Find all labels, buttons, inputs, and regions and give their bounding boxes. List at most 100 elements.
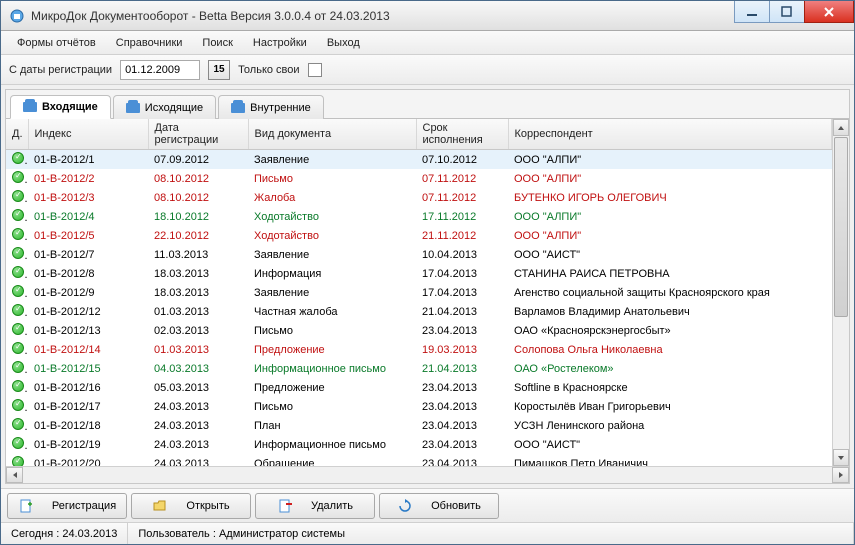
scroll-down-button[interactable] bbox=[833, 449, 849, 466]
content-panel: Входящие Исходящие Внутренние Д. Индекс bbox=[5, 89, 850, 484]
table-row[interactable]: 01-В-2012/1302.03.2013Письмо23.04.2013ОА… bbox=[6, 321, 832, 340]
documents-grid[interactable]: Д. Индекс Дата регистрации Вид документа… bbox=[6, 119, 832, 466]
status-cell bbox=[6, 378, 28, 397]
doctype-cell: План bbox=[248, 416, 416, 435]
scroll-left-button[interactable] bbox=[6, 467, 23, 483]
table-row[interactable]: 01-В-2012/308.10.2012Жалоба07.11.2012БУТ… bbox=[6, 188, 832, 207]
tray-icon bbox=[231, 103, 245, 113]
vertical-scrollbar[interactable] bbox=[832, 119, 849, 466]
scroll-thumb[interactable] bbox=[834, 137, 848, 317]
duedate-cell: 23.04.2013 bbox=[416, 321, 508, 340]
status-cell bbox=[6, 359, 28, 378]
index-cell: 01-В-2012/16 bbox=[28, 378, 148, 397]
refresh-button[interactable]: Обновить bbox=[379, 493, 499, 519]
scroll-right-button[interactable] bbox=[832, 467, 849, 483]
regdate-cell: 05.03.2013 bbox=[148, 378, 248, 397]
doctype-cell: Информационное письмо bbox=[248, 435, 416, 454]
duedate-cell: 07.10.2012 bbox=[416, 150, 508, 170]
table-row[interactable]: 01-В-2012/711.03.2013Заявление10.04.2013… bbox=[6, 245, 832, 264]
regdate-cell: 18.03.2013 bbox=[148, 264, 248, 283]
table-row[interactable]: 01-В-2012/1724.03.2013Письмо23.04.2013Ко… bbox=[6, 397, 832, 416]
table-row[interactable]: 01-В-2012/1924.03.2013Информационное пис… bbox=[6, 435, 832, 454]
tabs: Входящие Исходящие Внутренние bbox=[6, 90, 849, 119]
status-cell bbox=[6, 454, 28, 466]
status-ok-icon bbox=[12, 228, 24, 240]
delete-button[interactable]: Удалить bbox=[255, 493, 375, 519]
status-cell bbox=[6, 264, 28, 283]
status-ok-icon bbox=[12, 361, 24, 373]
index-cell: 01-В-2012/15 bbox=[28, 359, 148, 378]
window-title: МикроДок Документооборот - Betta Версия … bbox=[31, 9, 735, 23]
table-row[interactable]: 01-В-2012/1401.03.2013Предложение19.03.2… bbox=[6, 340, 832, 359]
table-row[interactable]: 01-В-2012/918.03.2013Заявление17.04.2013… bbox=[6, 283, 832, 302]
table-row[interactable]: 01-В-2012/522.10.2012Ходотайство21.11.20… bbox=[6, 226, 832, 245]
table-row[interactable]: 01-В-2012/1605.03.2013Предложение23.04.2… bbox=[6, 378, 832, 397]
regdate-cell: 18.10.2012 bbox=[148, 207, 248, 226]
table-row[interactable]: 01-В-2012/1504.03.2013Информационное пис… bbox=[6, 359, 832, 378]
col-doctype[interactable]: Вид документа bbox=[248, 119, 416, 150]
register-button[interactable]: Регистрация bbox=[7, 493, 127, 519]
doctype-cell: Частная жалоба bbox=[248, 302, 416, 321]
tab-internal[interactable]: Внутренние bbox=[218, 95, 324, 119]
date-from-label: С даты регистрации bbox=[9, 64, 112, 76]
doctype-cell: Предложение bbox=[248, 378, 416, 397]
table-row[interactable]: 01-В-2012/1201.03.2013Частная жалоба21.0… bbox=[6, 302, 832, 321]
correspondent-cell: Коростылёв Иван Григорьевич bbox=[508, 397, 832, 416]
status-ok-icon bbox=[12, 171, 24, 183]
status-cell bbox=[6, 245, 28, 264]
menu-reports[interactable]: Формы отчётов bbox=[7, 34, 106, 52]
app-icon bbox=[9, 8, 25, 24]
menu-exit[interactable]: Выход bbox=[317, 34, 370, 52]
menu-search[interactable]: Поиск bbox=[192, 34, 242, 52]
doctype-cell: Жалоба bbox=[248, 188, 416, 207]
calendar-button[interactable]: 15 bbox=[208, 60, 230, 80]
regdate-cell: 01.03.2013 bbox=[148, 302, 248, 321]
document-plus-icon bbox=[18, 498, 34, 514]
status-cell bbox=[6, 416, 28, 435]
duedate-cell: 23.04.2013 bbox=[416, 378, 508, 397]
duedate-cell: 10.04.2013 bbox=[416, 245, 508, 264]
table-row[interactable]: 01-В-2012/818.03.2013Информация17.04.201… bbox=[6, 264, 832, 283]
status-cell bbox=[6, 321, 28, 340]
duedate-cell: 17.04.2013 bbox=[416, 264, 508, 283]
doctype-cell: Предложение bbox=[248, 340, 416, 359]
tab-incoming[interactable]: Входящие bbox=[10, 95, 111, 119]
regdate-cell: 18.03.2013 bbox=[148, 283, 248, 302]
duedate-cell: 23.04.2013 bbox=[416, 454, 508, 466]
col-status[interactable]: Д. bbox=[6, 119, 28, 150]
menu-settings[interactable]: Настройки bbox=[243, 34, 317, 52]
scroll-up-button[interactable] bbox=[833, 119, 849, 136]
horizontal-scrollbar[interactable] bbox=[6, 466, 849, 483]
duedate-cell: 07.11.2012 bbox=[416, 188, 508, 207]
date-from-input[interactable] bbox=[120, 60, 200, 80]
correspondent-cell: ООО "АИСТ" bbox=[508, 435, 832, 454]
table-row[interactable]: 01-В-2012/2024.03.2013Обращение23.04.201… bbox=[6, 454, 832, 466]
maximize-button[interactable] bbox=[769, 1, 805, 23]
menu-directories[interactable]: Справочники bbox=[106, 34, 193, 52]
col-duedate[interactable]: Срок исполнения bbox=[416, 119, 508, 150]
button-label: Удалить bbox=[311, 500, 353, 512]
index-cell: 01-В-2012/8 bbox=[28, 264, 148, 283]
table-row[interactable]: 01-В-2012/107.09.2012Заявление07.10.2012… bbox=[6, 150, 832, 170]
correspondent-cell: Softline в Красноярске bbox=[508, 378, 832, 397]
close-button[interactable] bbox=[804, 1, 854, 23]
minimize-button[interactable] bbox=[734, 1, 770, 23]
tab-outgoing[interactable]: Исходящие bbox=[113, 95, 216, 119]
table-row[interactable]: 01-В-2012/418.10.2012Ходотайство17.11.20… bbox=[6, 207, 832, 226]
open-button[interactable]: Открыть bbox=[131, 493, 251, 519]
col-index[interactable]: Индекс bbox=[28, 119, 148, 150]
correspondent-cell: СТАНИНА РАИСА ПЕТРОВНА bbox=[508, 264, 832, 283]
status-cell bbox=[6, 150, 28, 170]
index-cell: 01-В-2012/20 bbox=[28, 454, 148, 466]
doctype-cell: Заявление bbox=[248, 283, 416, 302]
status-ok-icon bbox=[12, 304, 24, 316]
correspondent-cell: Агенство социальной защиты Красноярского… bbox=[508, 283, 832, 302]
regdate-cell: 02.03.2013 bbox=[148, 321, 248, 340]
col-regdate[interactable]: Дата регистрации bbox=[148, 119, 248, 150]
index-cell: 01-В-2012/19 bbox=[28, 435, 148, 454]
duedate-cell: 21.04.2013 bbox=[416, 302, 508, 321]
table-row[interactable]: 01-В-2012/1824.03.2013План23.04.2013УСЗН… bbox=[6, 416, 832, 435]
only-own-checkbox[interactable] bbox=[308, 63, 322, 77]
col-correspondent[interactable]: Корреспондент bbox=[508, 119, 832, 150]
table-row[interactable]: 01-В-2012/208.10.2012Письмо07.11.2012ООО… bbox=[6, 169, 832, 188]
